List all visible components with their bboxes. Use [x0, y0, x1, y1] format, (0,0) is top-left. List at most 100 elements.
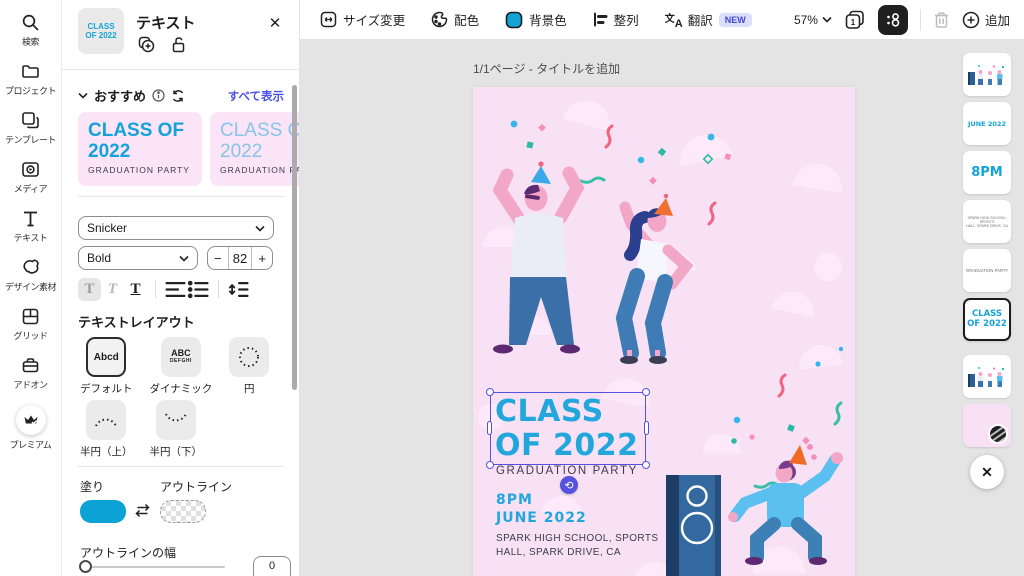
text-style-row: T T T	[78, 277, 284, 301]
font-size-value[interactable]: 82	[229, 247, 252, 269]
timeline-icon	[884, 11, 902, 29]
background-color-button[interactable]: 背景色	[505, 10, 567, 29]
pages-icon[interactable]: 1	[844, 9, 866, 31]
sidebar-item-design-assets[interactable]: デザイン素材	[0, 251, 62, 300]
sidebar-item-text[interactable]: テキスト	[0, 202, 62, 251]
poster-address[interactable]: SPARK HIGH SCHOOL, SPORTS HALL, SPARK DR…	[496, 532, 658, 559]
outline-width-label: アウトラインの幅	[80, 544, 176, 561]
resize-handle-mid-right[interactable]	[644, 421, 649, 435]
sidebar-item-templates[interactable]: テンプレート	[0, 104, 62, 153]
sidebar-item-media[interactable]: メディア	[0, 153, 62, 202]
chevron-down-icon	[255, 225, 265, 232]
layer-thumbnails: JUNE 2022 8PM SPARK HIGH SCHOOL, SPORTS …	[963, 53, 1011, 447]
search-icon	[21, 13, 40, 32]
unlock-icon[interactable]	[171, 36, 186, 53]
background-layers-badge	[988, 424, 1008, 444]
resize-handle-mid-left[interactable]	[487, 421, 492, 435]
rotate-handle[interactable]: ⟲	[560, 476, 578, 494]
layout-option-arc-up[interactable]: 半円（上）	[80, 400, 133, 459]
italic-button[interactable]: T	[101, 278, 124, 301]
list-button[interactable]	[187, 278, 210, 301]
font-size-decrease-button[interactable]: −	[208, 247, 229, 269]
sidebar-item-grid[interactable]: グリッド	[0, 300, 62, 349]
layout-option-arc-down[interactable]: 半円（下）	[150, 400, 203, 459]
add-button[interactable]: 追加	[962, 10, 1010, 29]
dancer-character[interactable]	[728, 444, 843, 565]
outline-width-slider[interactable]	[80, 566, 225, 568]
chevron-down-icon[interactable]	[78, 92, 88, 99]
thumb-illustration[interactable]	[963, 53, 1011, 96]
poster-time[interactable]: 8PM	[496, 492, 533, 508]
text-layout-row-2: 半円（上） 半円（下）	[80, 400, 202, 459]
bold-button[interactable]: T	[78, 278, 101, 301]
thumb-subtitle-text[interactable]: GRADUATION PARTY	[963, 249, 1011, 292]
align-left-button[interactable]	[164, 278, 187, 301]
font-weight-select[interactable]: Bold	[78, 246, 198, 270]
template-card-thin[interactable]: CLASS O 2022 GRADUATION PARTY	[210, 112, 299, 186]
outline-color-swatch[interactable]	[160, 500, 206, 523]
trash-icon[interactable]	[933, 11, 950, 29]
thumb-illustration-2[interactable]	[963, 355, 1011, 398]
poster-date[interactable]: JUNE 2022	[496, 510, 587, 526]
close-panel-icon[interactable]: ✕	[264, 12, 286, 34]
text-layout-heading: テキストレイアウト	[78, 312, 195, 331]
align-button[interactable]: 整列	[593, 10, 639, 29]
sidebar-item-projects[interactable]: プロジェクト	[0, 55, 62, 104]
swap-fill-outline-icon[interactable]	[134, 503, 151, 518]
recommended-row: おすすめ すべて表示	[78, 86, 284, 105]
arc-down-glyph	[163, 412, 189, 428]
template-cards: CLASS OF 2022 GRADUATION PARTY CLASS O 2…	[78, 112, 299, 186]
resize-handle-top-right[interactable]	[642, 388, 650, 396]
close-pages-panel-button[interactable]: ✕	[970, 455, 1004, 489]
slider-knob[interactable]	[79, 560, 92, 573]
color-scheme-button[interactable]: 配色	[431, 10, 479, 29]
thumb-address-text[interactable]: SPARK HIGH SCHOOL, SPORTS HALL, SPARK DR…	[963, 200, 1011, 243]
show-all-link[interactable]: すべて表示	[228, 88, 284, 104]
sidebar-item-search[interactable]: 検索	[0, 6, 62, 55]
layout-option-default[interactable]: Abcd デフォルト	[80, 337, 133, 396]
translate-button[interactable]: 文 A 翻訳 NEW	[665, 10, 752, 29]
grid-icon	[21, 307, 40, 326]
fill-label: 塗り	[80, 478, 104, 495]
refresh-icon[interactable]	[171, 89, 185, 103]
layout-option-circle[interactable]: 円	[229, 337, 269, 396]
speaker-illustration[interactable]	[666, 475, 721, 576]
resize-handle-top-left[interactable]	[486, 388, 494, 396]
page-indicator[interactable]: 1/1ページ - タイトルを追加	[473, 60, 620, 77]
thumb-headline-text-selected[interactable]: CLASS OF 2022	[963, 298, 1011, 341]
underline-button[interactable]: T	[124, 278, 147, 301]
palette-icon	[431, 11, 448, 28]
svg-text:1: 1	[851, 18, 856, 27]
background-color-swatch	[505, 11, 523, 29]
thumb-date-text[interactable]: JUNE 2022	[963, 102, 1011, 145]
resize-handle-bottom-right[interactable]	[642, 461, 650, 469]
duplicate-icon[interactable]	[138, 36, 155, 53]
template-card-bold[interactable]: CLASS OF 2022 GRADUATION PARTY	[78, 112, 202, 186]
chevron-down-icon	[822, 16, 832, 23]
panel-scrollbar[interactable]	[292, 85, 297, 390]
circle-text-glyph	[237, 345, 261, 369]
thumb-time-text[interactable]: 8PM	[963, 151, 1011, 194]
fill-color-swatch[interactable]	[80, 500, 126, 523]
timeline-button[interactable]	[878, 5, 908, 35]
selection-box[interactable]	[490, 392, 646, 465]
poster-page[interactable]: CLASS OF 2022 GRADUATION PARTY 8PM JUNE …	[473, 87, 855, 576]
translate-icon: 文 A	[665, 12, 682, 28]
font-size-increase-button[interactable]: +	[251, 247, 272, 269]
sidebar-item-premium[interactable]: プレミアム	[0, 398, 62, 458]
text-properties-panel: CLASS OF 2022 テキスト ✕ おすすめ すべて表示 CLASS OF…	[62, 0, 300, 576]
info-icon[interactable]	[152, 89, 165, 102]
font-family-select[interactable]: Snicker	[78, 216, 274, 240]
resize-button[interactable]: サイズ変更	[320, 10, 405, 29]
woman-character[interactable]	[620, 194, 686, 364]
sidebar-item-addons[interactable]: アドオン	[0, 349, 62, 398]
font-size-stepper: − 82 +	[207, 246, 273, 270]
panel-title: テキスト	[136, 12, 196, 33]
zoom-control[interactable]: 57%	[794, 13, 832, 27]
selected-element-thumbnail: CLASS OF 2022	[78, 8, 124, 54]
outline-width-value[interactable]: 0	[253, 556, 291, 576]
thumb-background[interactable]	[963, 404, 1011, 447]
layout-option-dynamic[interactable]: ABCDEFGHI ダイナミック	[150, 337, 213, 396]
line-spacing-button[interactable]	[227, 278, 250, 301]
resize-handle-bottom-left[interactable]	[486, 461, 494, 469]
